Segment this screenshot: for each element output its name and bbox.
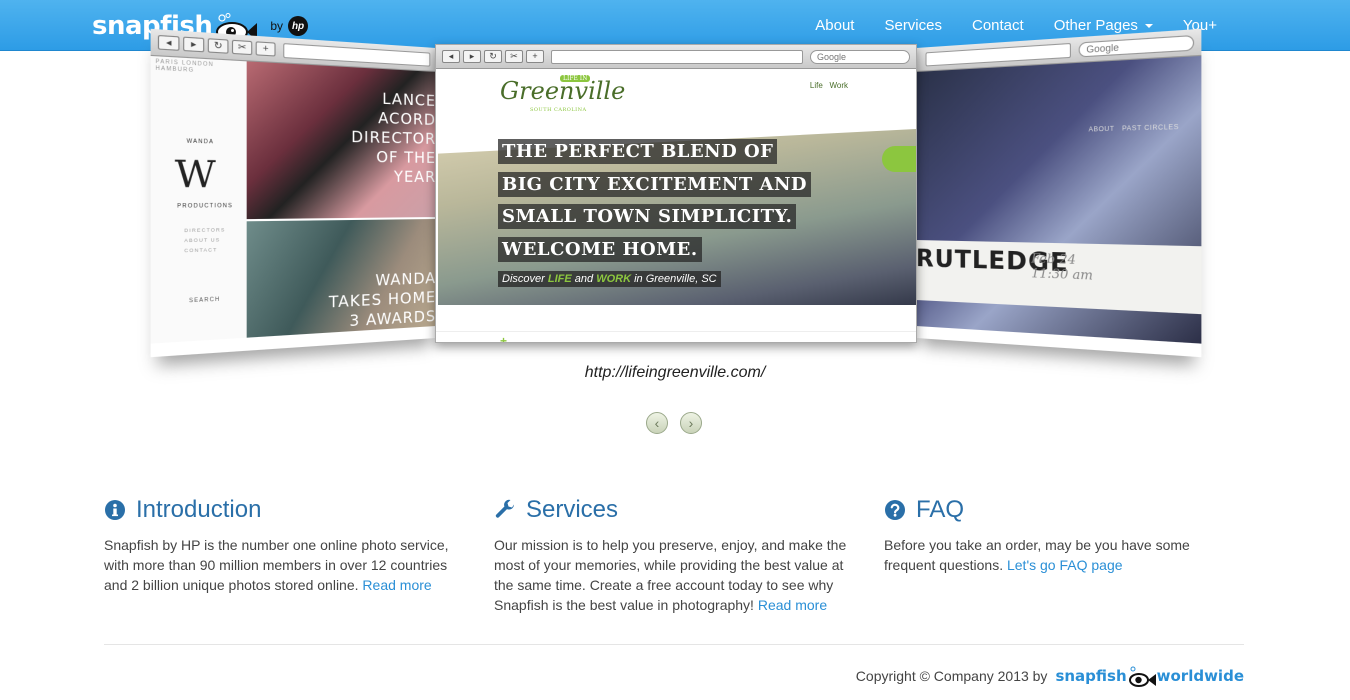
carousel-caption: http://lifeingreenville.com/ — [584, 364, 766, 381]
top-link: HAMBURG — [155, 65, 195, 74]
info-circle-icon — [104, 499, 126, 521]
photo-text-bottom: WANDA TAKES HOME 3 AWARDS — [328, 269, 436, 331]
rutledge-nav-item: PAST CIRCLES — [1121, 124, 1180, 133]
feature-heading: FAQ — [884, 495, 1244, 525]
sub-pre: Discover — [502, 273, 545, 285]
caret-down-icon — [1144, 23, 1153, 28]
read-more-link[interactable]: Read more — [758, 597, 827, 613]
wanda-sidebar: PARIS LONDON HAMBURG WANDA W PRODUCTIONS… — [150, 55, 247, 344]
wanda-productions: PRODUCTIONS — [177, 202, 234, 210]
rutledge-page: ABOUT PAST CIRCLES RUTLEDGE Feb 24 11:30… — [916, 55, 1202, 344]
browser-chrome: ◂ ▸ ↻ ✂ + Google — [436, 45, 916, 69]
greenville-header: LIFE IN Greenville SOUTH CAROLINA Life W… — [436, 69, 916, 129]
sub-work: WORK — [596, 273, 632, 285]
headline-line-4: WELCOME HOME. — [498, 237, 702, 262]
feature-text: Before you take an order, may be you hav… — [884, 535, 1244, 575]
bookmark-icon: ✂ — [231, 39, 253, 56]
event-date: Feb 24 11:30 am — [1031, 251, 1093, 283]
nav-other-pages-label: Other Pages — [1053, 17, 1138, 34]
carousel-slide-active[interactable]: ◂ ▸ ↻ ✂ + Google LIFE IN Greenville SOUT… — [435, 44, 917, 343]
feature-title: FAQ — [916, 496, 965, 523]
greenville-nav: Life Work — [810, 81, 848, 90]
footer-worldwide: worldwide — [1156, 667, 1244, 685]
wanda-top-links: PARIS LONDON HAMBURG — [155, 59, 246, 77]
logo-south-carolina: SOUTH CAROLINA — [530, 107, 587, 113]
read-more-link[interactable]: Read more — [362, 577, 431, 593]
bookmark-icon: ✂ — [505, 50, 523, 63]
wanda-photos: LANCE ACORD DIRECTOR OF THE YEAR WANDA T… — [246, 61, 436, 338]
address-bar — [283, 42, 431, 67]
headline-line-3: SMALL TOWN SIMPLICITY. — [498, 204, 797, 229]
footer-fish-icon — [1127, 666, 1157, 687]
footer: Copyright © Company 2013 by snapfish wor… — [855, 666, 1244, 687]
by-label: by — [270, 19, 284, 33]
feature-text: Our mission is to help you preserve, enj… — [494, 535, 854, 615]
photo-text-top: LANCE ACORD DIRECTOR OF THE YEAR — [351, 89, 436, 186]
rutledge-nav-item: ABOUT — [1088, 126, 1115, 134]
copyright-text: Copyright © Company 2013 by — [855, 668, 1048, 684]
feature-introduction: Introduction Snapfish by HP is the numbe… — [104, 495, 464, 595]
reload-icon: ↻ — [484, 50, 502, 63]
faq-link[interactable]: Let's go FAQ page — [1007, 557, 1123, 573]
wanda-logo: W — [174, 152, 216, 198]
back-icon: ◂ — [442, 50, 460, 63]
wanda-side-links: DIRECTORS ABOUT US CONTACT — [184, 225, 225, 256]
wanda-page: PARIS LONDON HAMBURG WANDA W PRODUCTIONS… — [150, 55, 436, 344]
event-time: 11:30 am — [1031, 265, 1093, 283]
question-circle-icon — [884, 499, 906, 521]
wanda-name: WANDA — [186, 138, 215, 146]
logo-life-in: LIFE IN — [560, 75, 591, 82]
wanda-search: SEARCH — [188, 296, 221, 305]
greenville-nav-life: Life — [809, 81, 823, 90]
photo-arcade: WANDA TAKES HOME 3 AWARDS — [246, 219, 436, 338]
add-tab-icon: + — [255, 41, 276, 57]
add-tab-icon: + — [526, 50, 544, 63]
globe-icon — [882, 146, 916, 172]
feature-text: Snapfish by HP is the number one online … — [104, 535, 464, 595]
feature-heading: Introduction — [104, 495, 464, 525]
feature-faq: FAQ Before you take an order, may be you… — [884, 495, 1244, 575]
sub-and: and — [574, 273, 594, 285]
side-link: ABOUT US — [184, 237, 221, 244]
carousel-next-button[interactable]: › — [680, 412, 702, 434]
headline-line-2: BIG CITY EXCITEMENT AND — [498, 172, 812, 197]
forward-icon: ▸ — [463, 50, 481, 63]
greenville-logo: LIFE IN Greenville SOUTH CAROLINA — [500, 75, 625, 113]
by-hp: by hp — [270, 16, 309, 36]
address-bar — [925, 42, 1071, 66]
greenville-subbar: + — [436, 331, 916, 343]
feature-services: Services Our mission is to help you pres… — [494, 495, 854, 615]
feature-title: Introduction — [136, 496, 262, 523]
carousel-slide-right[interactable]: Google ABOUT PAST CIRCLES RUTLEDGE Feb 2… — [916, 28, 1202, 358]
greenville-page: LIFE IN Greenville SOUTH CAROLINA Life W… — [436, 69, 916, 342]
hp-logo: hp — [288, 16, 309, 36]
address-bar — [551, 49, 803, 64]
headline-line-1: THE PERFECT BLEND OF — [498, 139, 778, 164]
footer-snapfish-logo: snapfish — [1055, 667, 1127, 685]
hero-subline: Discover LIFE and WORK in Greenville, SC — [498, 271, 721, 287]
rutledge-nav: ABOUT PAST CIRCLES — [1089, 125, 1179, 134]
sub-post: in Greenville, SC — [634, 273, 717, 285]
carousel-prev-button[interactable]: ‹ — [646, 412, 668, 434]
sub-life: LIFE — [547, 273, 572, 285]
forward-icon: ▸ — [183, 36, 205, 53]
greenville-nav-work: Work — [829, 81, 848, 90]
feature-heading: Services — [494, 495, 854, 525]
plus-icon: + — [500, 334, 508, 343]
google-search-box: Google — [1078, 34, 1195, 57]
feature-title: Services — [526, 496, 619, 523]
side-link: CONTACT — [184, 246, 218, 254]
reload-icon: ↻ — [207, 38, 229, 54]
footer-divider — [104, 644, 1244, 645]
wrench-icon — [494, 499, 516, 521]
photo-vader: LANCE ACORD DIRECTOR OF THE YEAR — [246, 61, 436, 220]
back-icon: ◂ — [157, 34, 180, 51]
google-search-box: Google — [810, 49, 910, 64]
carousel-slide-left[interactable]: ◂ ▸ ↻ ✂ + PARIS LONDON HAMBURG WANDA W P… — [150, 28, 436, 358]
